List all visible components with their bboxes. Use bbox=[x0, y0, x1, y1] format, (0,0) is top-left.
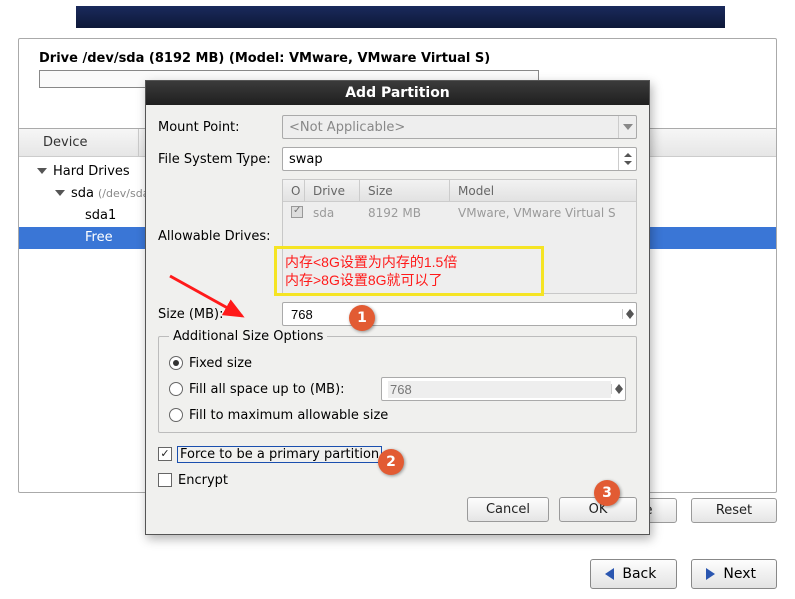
fs-type-label: File System Type: bbox=[158, 152, 282, 167]
mount-point-combo: <Not Applicable> bbox=[282, 115, 637, 139]
dialog-title: Add Partition bbox=[146, 81, 649, 105]
reset-button[interactable]: Reset bbox=[691, 498, 777, 523]
radio-fixed-size[interactable]: Fixed size bbox=[169, 350, 626, 376]
allowable-drives-table: O Drive Size Model sda 8192 MB VMware, V… bbox=[282, 179, 637, 294]
fs-type-value: swap bbox=[289, 152, 323, 167]
size-input[interactable] bbox=[289, 306, 622, 323]
encrypt-label: Encrypt bbox=[178, 473, 228, 488]
add-partition-dialog: Add Partition Mount Point: <Not Applicab… bbox=[145, 80, 650, 535]
additional-size-options: Additional Size Options Fixed size Fill … bbox=[158, 336, 637, 433]
radio-fixed-label: Fixed size bbox=[189, 356, 252, 371]
tree-label: sda bbox=[71, 183, 94, 205]
spin-buttons[interactable] bbox=[622, 309, 636, 319]
drives-table-header: O Drive Size Model bbox=[283, 180, 636, 202]
fillup-spinner bbox=[381, 377, 626, 401]
chevron-down-icon bbox=[55, 190, 65, 196]
row-mount-point: Mount Point: <Not Applicable> bbox=[158, 115, 637, 139]
drives-header-size: Size bbox=[360, 180, 450, 201]
back-button[interactable]: Back bbox=[590, 559, 677, 589]
fillup-input bbox=[388, 381, 611, 398]
size-spinner[interactable] bbox=[282, 302, 637, 326]
tree-label: Free bbox=[85, 227, 113, 249]
radio-fill-max[interactable]: Fill to maximum allowable size bbox=[169, 402, 626, 428]
chevron-down-icon bbox=[626, 314, 634, 319]
dialog-button-row: Cancel OK bbox=[158, 497, 637, 522]
mount-point-label: Mount Point: bbox=[158, 120, 282, 135]
row-size: Size (MB): bbox=[158, 302, 637, 326]
radio-icon bbox=[169, 408, 183, 422]
drives-row-model: VMware, VMware Virtual S bbox=[450, 206, 636, 220]
radio-fillmax-label: Fill to maximum allowable size bbox=[189, 408, 388, 423]
drives-header-model: Model bbox=[450, 180, 636, 201]
checkbox-encrypt[interactable]: Encrypt bbox=[158, 467, 637, 493]
radio-fillup-label: Fill all space up to (MB): bbox=[189, 382, 375, 397]
tree-label: Hard Drives bbox=[53, 161, 130, 183]
ok-button[interactable]: OK bbox=[559, 497, 637, 522]
cancel-button[interactable]: Cancel bbox=[467, 497, 549, 522]
chevron-down-icon bbox=[37, 168, 47, 174]
arrow-right-icon bbox=[706, 568, 715, 580]
drives-row-size: 8192 MB bbox=[360, 206, 450, 220]
mount-point-value: <Not Applicable> bbox=[289, 120, 405, 135]
checkbox-icon bbox=[158, 473, 172, 487]
drives-header-chk: O bbox=[283, 180, 305, 201]
tree-header-device[interactable]: Device bbox=[19, 129, 139, 157]
aso-title: Additional Size Options bbox=[169, 329, 327, 344]
row-fs-type: File System Type: swap bbox=[158, 147, 637, 171]
size-label: Size (MB): bbox=[158, 307, 282, 322]
dialog-body: Mount Point: <Not Applicable> File Syste… bbox=[146, 105, 649, 534]
back-label: Back bbox=[622, 566, 656, 582]
spin-buttons bbox=[611, 384, 625, 394]
drive-info-text: Drive /dev/sda (8192 MB) (Model: VMware,… bbox=[39, 51, 756, 66]
arrow-left-icon bbox=[605, 568, 614, 580]
fs-type-combo[interactable]: swap bbox=[282, 147, 637, 171]
drives-header-drive: Drive bbox=[305, 180, 360, 201]
updown-icon bbox=[618, 148, 636, 170]
next-button[interactable]: Next bbox=[691, 559, 777, 589]
wizard-nav: Back Next bbox=[590, 559, 777, 589]
radio-icon bbox=[169, 382, 183, 396]
installer-banner bbox=[76, 6, 725, 28]
drives-table-row[interactable]: sda 8192 MB VMware, VMware Virtual S bbox=[283, 202, 636, 224]
drives-row-drive: sda bbox=[305, 206, 360, 220]
radio-icon bbox=[169, 356, 183, 370]
row-allowable-drives: Allowable Drives: O Drive Size Model sda… bbox=[158, 179, 637, 294]
chevron-down-icon bbox=[618, 116, 636, 138]
chevron-down-icon bbox=[615, 389, 623, 394]
checkbox-icon bbox=[158, 447, 172, 461]
checkbox-force-primary[interactable]: Force to be a primary partition bbox=[158, 441, 637, 467]
allowable-drives-label: Allowable Drives: bbox=[158, 229, 282, 244]
next-label: Next bbox=[723, 566, 756, 582]
checkbox-icon bbox=[291, 206, 303, 218]
force-primary-label: Force to be a primary partition bbox=[178, 447, 381, 462]
radio-fill-up-to[interactable]: Fill all space up to (MB): bbox=[169, 376, 626, 402]
tree-label: sda1 bbox=[85, 205, 116, 227]
